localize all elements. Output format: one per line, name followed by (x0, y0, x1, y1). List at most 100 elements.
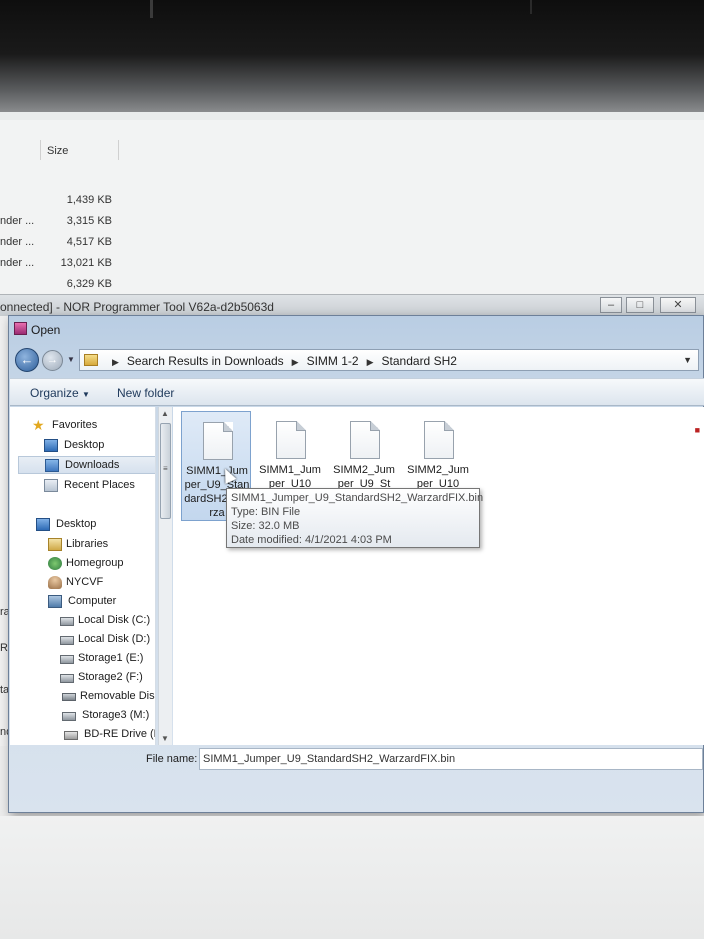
list-item[interactable]: nder ... 4,517 KB (0, 234, 130, 254)
folder-icon (84, 354, 98, 366)
scroll-down-icon[interactable]: ▼ (161, 734, 169, 743)
item-type: nder ... (0, 215, 35, 227)
list-item[interactable]: 6,329 KB (0, 276, 130, 296)
recent-locations-dropdown-icon[interactable]: ▼ (67, 355, 75, 364)
drive-icon (60, 655, 74, 664)
organize-button[interactable]: Organize ▼ (30, 386, 90, 400)
nav-label: Downloads (65, 459, 120, 471)
nav-label: Computer (68, 595, 117, 607)
file-icon (203, 422, 233, 460)
recent-places-icon (44, 479, 58, 492)
nor-programmer-title-bar[interactable]: onnected] - NOR Programmer Tool V62a-d2b… (0, 294, 704, 316)
item-size: 1,439 KB (66, 194, 112, 206)
forward-arrow-icon[interactable]: → (42, 350, 63, 371)
nav-desktop[interactable]: Desktop (10, 516, 155, 534)
file-icon (276, 421, 306, 459)
background-app-area (0, 816, 704, 939)
nav-libraries[interactable]: Libraries (10, 536, 155, 554)
size-column-header[interactable]: Size (47, 145, 68, 157)
nav-label: Local Disk (D:) (78, 633, 151, 645)
file-name-input[interactable]: SIMM1_Jumper_U9_StandardSH2_WarzardFIX.b… (199, 748, 703, 770)
grip-icon: ≡ (163, 464, 168, 473)
breadcrumb-item[interactable]: Standard SH2 (382, 354, 457, 368)
tooltip-filename: SIMM1_Jumper_U9_StandardSH2_WarzardFIX.b… (231, 492, 484, 504)
minimize-button[interactable]: – (600, 297, 622, 313)
chevron-right-icon[interactable]: ▶ (367, 357, 374, 367)
nav-favorites[interactable]: ★ Favorites (10, 417, 155, 435)
column-separator (40, 140, 41, 160)
file-name-value: SIMM1_Jumper_U9_StandardSH2_WarzardFIX.b… (203, 753, 456, 765)
drive-icon (60, 674, 74, 683)
bezel-mark (530, 0, 532, 14)
nav-label: Libraries (66, 538, 109, 550)
list-item[interactable]: nder ... 3,315 KB (0, 213, 130, 233)
breadcrumb-item[interactable]: SIMM 1-2 (307, 354, 359, 368)
close-button[interactable]: ✕ (660, 297, 696, 313)
item-size: 3,315 KB (66, 215, 112, 227)
maximize-button[interactable]: □ (626, 297, 654, 313)
chevron-down-icon: ▼ (82, 390, 90, 399)
window-title: onnected] - NOR Programmer Tool V62a-d2b… (0, 300, 274, 314)
star-icon: ★ (32, 417, 45, 433)
scrollbar-thumb[interactable]: ≡ (160, 423, 171, 519)
nav-label: BD-RE Drive (N (84, 728, 156, 740)
preview-icon[interactable]: ■ (695, 425, 700, 435)
nav-homegroup[interactable]: Homegroup (10, 555, 155, 573)
tooltip-type: Type: BIN File (231, 506, 301, 518)
nav-removable-disk[interactable]: Removable Dis (10, 688, 155, 706)
item-type: nder ... (0, 236, 35, 248)
breadcrumb: ▶ Search Results in Downloads ▶ SIMM 1-2 ▶ St… (104, 354, 457, 368)
dialog-title: Open (31, 323, 61, 337)
bezel-mark (150, 0, 153, 18)
back-arrow-icon[interactable]: ← (15, 348, 39, 372)
nav-label: Storage1 (E:) (78, 652, 144, 664)
removable-drive-icon (62, 693, 76, 701)
nav-storage3[interactable]: Storage3 (M:) (10, 707, 155, 725)
file-info-tooltip: SIMM1_Jumper_U9_StandardSH2_WarzardFIX.b… (226, 488, 484, 548)
nav-label: Favorites (52, 419, 98, 431)
chevron-right-icon[interactable]: ▶ (292, 357, 299, 367)
desktop-icon (36, 518, 50, 531)
tooltip-size: Size: 32.0 MB (231, 520, 300, 532)
file-name-label: File name: (146, 753, 198, 765)
open-file-dialog: Open ← → ▼ ▶ Search Results in Downloads ▶… (8, 315, 704, 813)
nav-label: Desktop (56, 518, 97, 530)
nav-computer[interactable]: Computer (10, 593, 155, 611)
nav-disk-d[interactable]: Local Disk (D:) (10, 631, 155, 649)
list-item[interactable]: 1,439 KB (0, 192, 130, 212)
file-name: SIMM1_Jumper_U10 (259, 464, 321, 490)
address-bar[interactable]: ▶ Search Results in Downloads ▶ SIMM 1-2 ▶ St… (79, 349, 699, 371)
optical-drive-icon (64, 731, 78, 740)
nav-storage1[interactable]: Storage1 (E:) (10, 650, 155, 668)
nav-label: Storage3 (M:) (82, 709, 150, 721)
column-separator (118, 140, 119, 160)
new-folder-button[interactable]: New folder (117, 386, 174, 400)
file-icon (350, 421, 380, 459)
list-item[interactable]: nder ... 13,021 KB (0, 255, 130, 275)
navigation-pane: ★ Favorites Desktop Downloads Recent Pla… (10, 407, 156, 745)
chevron-down-icon[interactable]: ▼ (683, 355, 692, 365)
chevron-right-icon[interactable]: ▶ (112, 357, 119, 367)
downloads-folder-icon (45, 459, 59, 472)
drive-icon (62, 712, 76, 721)
nav-bd-re-drive[interactable]: BD-RE Drive (N (10, 726, 156, 744)
background-explorer-window: Size 1,439 KB nder ... 3,315 KB nder ...… (0, 120, 704, 296)
nav-label: Storage2 (F:) (78, 671, 143, 683)
homegroup-icon (48, 557, 62, 570)
tooltip-modified: Date modified: 4/1/2021 4:03 PM (231, 534, 392, 546)
item-type: nder ... (0, 257, 35, 269)
item-size: 6,329 KB (66, 278, 112, 290)
nav-recent-places[interactable]: Recent Places (10, 477, 155, 495)
scroll-up-icon[interactable]: ▲ (161, 409, 169, 418)
nav-downloads[interactable]: Downloads (18, 456, 155, 474)
nav-user[interactable]: NYCVF (10, 574, 155, 592)
drive-icon (60, 617, 74, 626)
libraries-icon (48, 538, 62, 551)
nav-storage2[interactable]: Storage2 (F:) (10, 669, 155, 687)
breadcrumb-item[interactable]: Search Results in Downloads (127, 354, 284, 368)
nav-scrollbar[interactable]: ▲ ≡ ▼ (158, 407, 172, 745)
nav-label: Homegroup (66, 557, 124, 569)
nav-disk-c[interactable]: Local Disk (C:) (10, 612, 155, 630)
item-size: 13,021 KB (60, 257, 112, 269)
nav-desktop-favorite[interactable]: Desktop (10, 437, 155, 455)
